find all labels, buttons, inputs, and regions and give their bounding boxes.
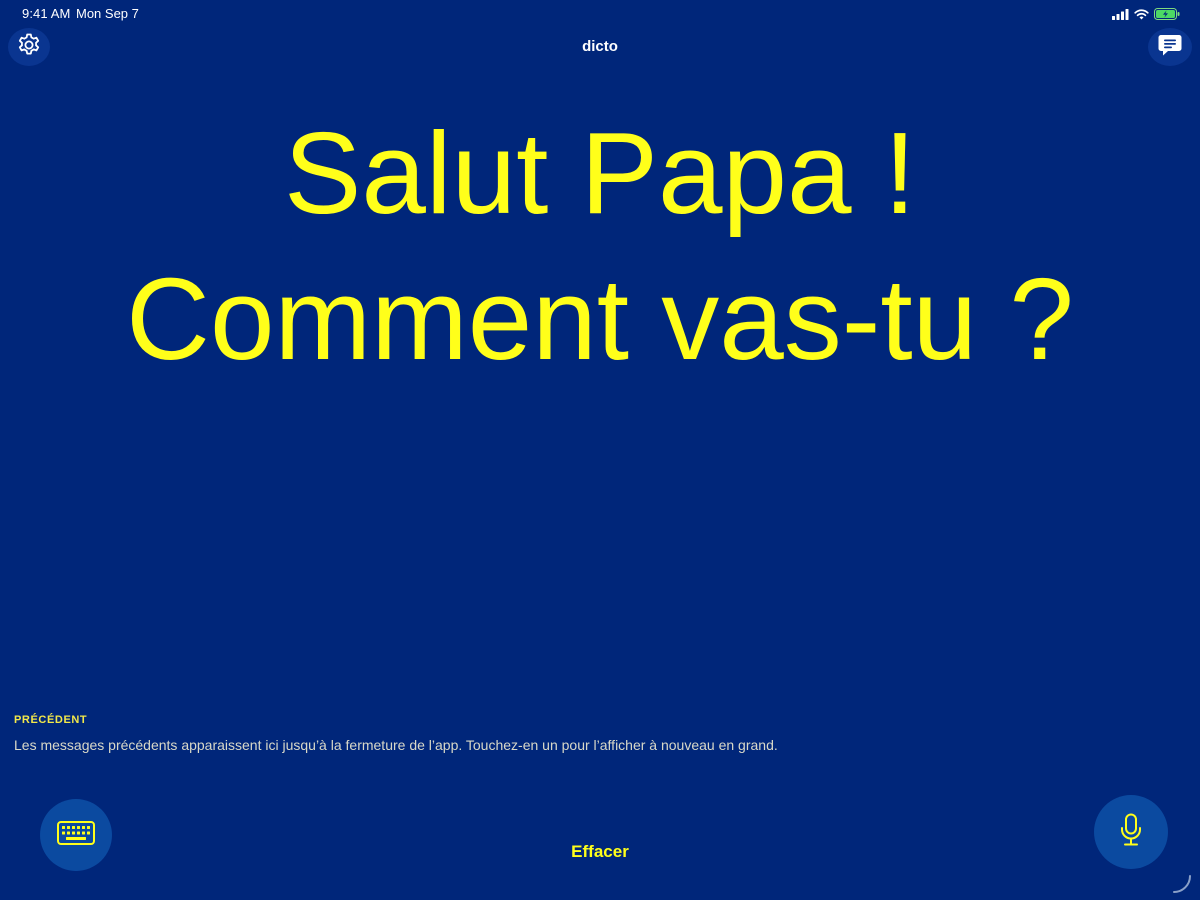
resize-handle[interactable] [1172,874,1192,894]
microphone-button[interactable] [1094,795,1168,869]
keyboard-icon [57,820,95,850]
keyboard-button[interactable] [40,799,112,871]
app-title: dicto [582,38,618,55]
message-bubble-icon [1157,32,1183,63]
previous-section-hint: Les messages précédents apparaissent ici… [14,737,778,753]
status-bar: 9:41 AM Mon Sep 7 [0,0,1200,28]
status-date: Mon Sep 7 [76,6,139,21]
status-time: 9:41 AM [22,6,71,21]
cellular-signal-icon [1112,7,1129,25]
battery-charging-icon [1154,7,1180,25]
messages-button[interactable] [1148,28,1192,66]
wifi-icon [1134,7,1149,25]
clear-button[interactable]: Effacer [540,842,660,862]
status-icons [1112,7,1180,25]
previous-section-heading: PRÉCÉDENT [14,714,88,726]
nav-bar: dicto [0,28,1200,66]
spoken-text-display[interactable]: Salut Papa ! Comment vas-tu ? [20,100,1180,392]
microphone-icon [1119,813,1143,852]
